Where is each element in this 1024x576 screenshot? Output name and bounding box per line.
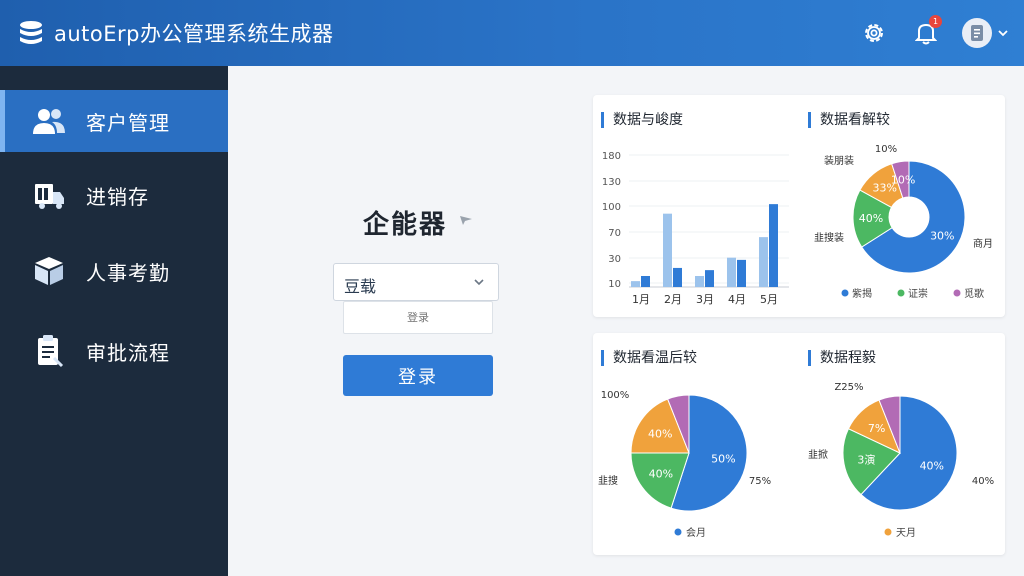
legend-label: 证崇 [908, 288, 928, 300]
bar [705, 270, 714, 287]
outer-label: 韭掀 [808, 448, 828, 461]
slice-label: 40% [859, 212, 883, 225]
x-tick-label: 3月 [696, 293, 714, 306]
login-select-value: 豆载 [344, 277, 377, 296]
avatar-icon [962, 18, 992, 48]
user-menu[interactable] [962, 18, 1010, 48]
outer-label: 40% [972, 476, 994, 487]
bar [673, 267, 682, 287]
bar [737, 259, 746, 287]
bar [641, 276, 650, 287]
y-tick-label: 70 [608, 228, 621, 239]
sidebar-item-label: 进销存 [86, 184, 149, 209]
sidebar-item-label: 审批流程 [86, 340, 170, 365]
y-tick-label: 180 [602, 151, 621, 162]
slice-label: 3演 [857, 452, 875, 466]
slice-label: 7% [868, 422, 885, 435]
sidebar: 客户管理 进销存 人事考勤 审批流程 [0, 66, 228, 576]
legend-label: 觅歌 [964, 287, 984, 300]
sidebar-item-approval[interactable]: 审批流程 [0, 320, 228, 382]
app-title: autoErp办公管理系统生成器 [54, 22, 334, 46]
legend-marker [953, 289, 961, 297]
login-title: 企能器 [363, 210, 448, 240]
bar [663, 213, 672, 287]
x-tick-label: 1月 [632, 293, 650, 306]
chart-title: 数据看温后较 [601, 350, 697, 366]
truck-icon [32, 178, 66, 212]
sidebar-item-label: 客户管理 [86, 110, 170, 135]
login-select[interactable]: 豆载 [333, 263, 499, 301]
slice-label: 40% [920, 460, 944, 473]
outer-label: 装朋装 [824, 154, 854, 167]
outer-label: 75% [749, 476, 771, 487]
legend-label: 会月 [686, 526, 706, 539]
outer-label: 韭搜 [598, 474, 618, 487]
chevron-down-icon [998, 30, 1008, 37]
pin-icon [460, 216, 472, 225]
slice-label: 40% [649, 467, 673, 480]
y-tick-label: 30 [608, 254, 621, 265]
x-tick-label: 5月 [760, 293, 778, 306]
notifications-button[interactable]: 1 [912, 15, 942, 47]
y-tick-label: 100 [602, 202, 621, 213]
box-icon [32, 254, 66, 288]
bar [759, 237, 768, 287]
sidebar-item-inventory[interactable]: 进销存 [0, 164, 228, 226]
slice-label: 40% [648, 427, 672, 440]
outer-label: Z25% [834, 382, 863, 393]
pie-chart: 50% 40% 40% 100% 韭搜 75% 会月 [598, 390, 771, 539]
pie-chart: 40% 3演 7% Z25% 韭掀 40% 天月 [808, 382, 994, 539]
clipboard-icon [32, 334, 66, 368]
donut-chart: 30%40%33%10%10%装朋装韭搜装商月紫揭 证崇 觅歌 [814, 144, 993, 300]
slice-label: 10% [891, 173, 915, 186]
sidebar-item-label: 人事考勤 [86, 260, 170, 285]
bar [631, 281, 640, 287]
logo-icon [20, 21, 42, 44]
bar [769, 204, 778, 287]
slice-label: 30% [930, 229, 954, 242]
slice-label: 50% [711, 452, 735, 465]
users-icon [32, 104, 66, 138]
outer-label: 10% [875, 144, 897, 155]
top-bar: autoErp办公管理系统生成器 1 [0, 0, 1024, 66]
chart-card-top: 数据与峻度 数据看解较 10 30 70 100 130 180 1月 2月 3月 4月 5月 30… [593, 95, 1005, 317]
legend-marker [884, 528, 892, 536]
notification-badge: 1 [929, 15, 942, 28]
y-tick-label: 10 [608, 279, 621, 290]
chart-title: 数据程毅 [808, 350, 876, 366]
bar-chart: 10 30 70 100 130 180 1月 2月 3月 4月 5月 [602, 151, 789, 306]
chevron-down-icon [474, 279, 484, 286]
bar [695, 276, 704, 287]
legend-label: 紫揭 [852, 287, 872, 300]
sidebar-item-attendance[interactable]: 人事考勤 [0, 240, 228, 302]
sidebar-item-customers[interactable]: 客户管理 [0, 90, 228, 152]
chart-title: 数据看解较 [808, 112, 890, 128]
chart-card-bottom: 数据看温后较 数据程毅 50% 40% 40% 100% 韭搜 75% 会月 40% 3演 7%… [593, 333, 1005, 555]
legend-marker [841, 289, 849, 297]
login-button[interactable]: 登录 [343, 355, 493, 396]
outer-label: 商月 [973, 237, 993, 250]
gear-icon [865, 24, 883, 42]
login-input[interactable] [343, 301, 493, 334]
chart-title: 数据与峻度 [601, 112, 683, 128]
legend-label: 天月 [896, 527, 916, 539]
outer-label: 100% [601, 390, 630, 401]
brand: autoErp办公管理系统生成器 [16, 18, 334, 48]
legend-marker [897, 289, 905, 297]
y-tick-label: 130 [602, 177, 621, 188]
legend-marker [674, 528, 682, 536]
bar [727, 257, 736, 287]
outer-label: 韭搜装 [814, 231, 844, 244]
x-tick-label: 4月 [728, 293, 746, 306]
settings-button[interactable] [860, 19, 888, 47]
x-tick-label: 2月 [664, 293, 682, 306]
